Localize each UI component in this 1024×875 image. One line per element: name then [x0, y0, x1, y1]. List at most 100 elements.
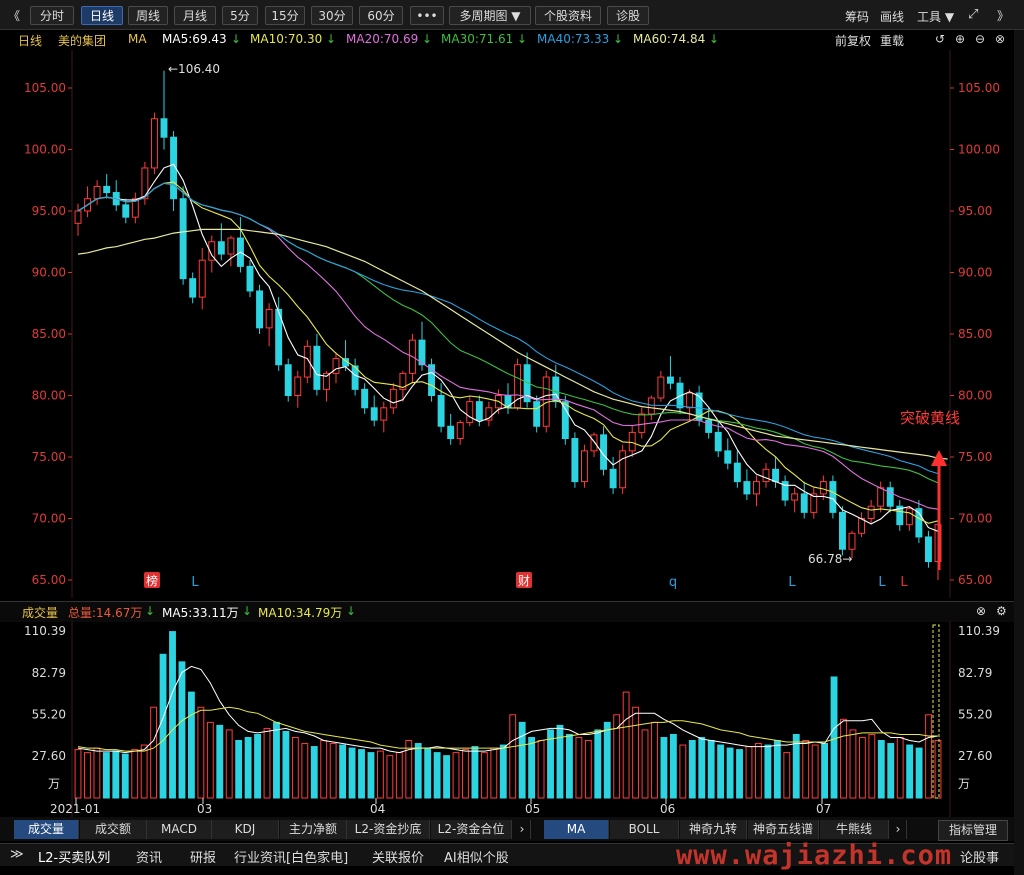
bottom-tab[interactable]: 行业资讯[白色家电] [234, 847, 348, 866]
draw-line-button[interactable]: 画线 [880, 8, 904, 25]
period-tab[interactable]: 5分 [222, 6, 258, 25]
overlay-tab[interactable]: 牛熊线 [820, 820, 889, 839]
volume-bar [811, 744, 819, 799]
date-label: 07 [816, 802, 831, 816]
indicator-tab[interactable]: L2-资金抄底 [347, 820, 430, 839]
indicator-tabs-next-icon[interactable]: › [514, 820, 531, 839]
indicator-tab[interactable]: 成交额 [80, 820, 147, 839]
volume-bar [821, 743, 829, 799]
candle-body [762, 468, 770, 483]
period-tab[interactable]: 月线 [174, 6, 216, 25]
overlay-tab[interactable]: BOLL [610, 820, 679, 839]
vol-label-left: 27.60 [32, 749, 66, 763]
candle-body [189, 278, 197, 298]
volume-bar [669, 733, 677, 799]
kline-chart[interactable]: 105.00 105.00 100.00 100.00 95.00 95.00 90.00 9… [0, 50, 1014, 598]
volume-total-down-icon: ↓ [145, 604, 156, 618]
ma-info-bar: 日线 美的集团 MA MA5:69.43 ↓ MA10:70.30 ↓ MA20… [0, 30, 1010, 50]
collapse-icon[interactable]: ≫ [10, 847, 24, 862]
candle-body [103, 185, 111, 194]
period-tab[interactable]: 60分 [359, 6, 403, 25]
candle-body [647, 397, 655, 415]
candle-body [141, 167, 149, 200]
volume-close-icon[interactable]: ⊗ [976, 604, 986, 618]
period-toolbar: 《 分时 日线 周线 月线 5分 15分 30分 60分 ••• 多周期图 ▼ 个股资料 诊股 筹码 … [0, 0, 1024, 30]
indicator-tab[interactable]: L2-资金合位 [431, 820, 512, 839]
candle-body [217, 241, 225, 255]
indicator-manage-button[interactable]: 指标管理 [938, 820, 1008, 841]
volume-bar [726, 747, 734, 799]
volume-bar [717, 744, 725, 799]
bottom-tab[interactable]: L2-买卖队列 [38, 847, 110, 866]
volume-bar [773, 740, 781, 799]
period-tab[interactable]: 多周期图 ▼ [449, 6, 531, 25]
indicator-tab[interactable]: MACD [147, 820, 212, 839]
indicator-tab[interactable]: KDJ [212, 820, 279, 839]
zoom-out-icon[interactable]: ⊖ [975, 32, 985, 46]
volume-bar [140, 744, 148, 799]
chips-button[interactable]: 筹码 [845, 8, 869, 25]
candle-body [150, 118, 158, 169]
ma40-down-icon: ↓ [613, 32, 624, 46]
period-tab[interactable]: 30分 [311, 6, 353, 25]
ma-label[interactable]: MA [128, 32, 147, 46]
forward-icon[interactable]: 》 [997, 7, 1009, 24]
volume-bar [358, 749, 365, 799]
volume-bar [178, 661, 186, 799]
bottom-tab[interactable]: 关联报价 [372, 847, 424, 866]
zoom-in-icon[interactable]: ⊕ [955, 32, 965, 46]
overlay-tab[interactable]: MA [544, 820, 609, 839]
candle-body [380, 407, 388, 421]
date-label: 06 [660, 802, 675, 816]
period-tab[interactable]: 15分 [265, 6, 305, 25]
overlay-tab[interactable]: 神奇九转 [680, 820, 747, 839]
volume-bar [707, 740, 715, 799]
period-tab[interactable]: ••• [410, 6, 444, 25]
ma20-down-icon: ↓ [422, 32, 433, 46]
volume-bar [877, 740, 885, 799]
volume-bar [745, 746, 753, 799]
candle-body [924, 536, 932, 563]
period-tab[interactable]: 诊股 [607, 6, 649, 25]
bottom-right-tab[interactable]: 论股事 [960, 847, 999, 866]
volume-bar [187, 691, 195, 799]
bottom-tab[interactable]: AI相似个股 [444, 847, 509, 866]
volume-settings-icon[interactable]: ⚙ [996, 604, 1007, 618]
volume-bar [367, 752, 375, 799]
undo-icon[interactable]: ↺ [935, 32, 945, 46]
vol-label-left: 55.20 [32, 707, 66, 721]
indicator-tab[interactable]: 成交量 [14, 820, 79, 839]
period-tab[interactable]: 周线 [128, 6, 168, 25]
period-tab[interactable]: 个股资料 [535, 6, 601, 25]
indicator-tab[interactable]: 主力净额 [280, 820, 347, 839]
breakout-arrowhead [931, 450, 947, 466]
indicator-tabs2-next-icon[interactable]: › [890, 820, 907, 839]
period-tab[interactable]: 分时 [30, 6, 74, 25]
volume-bar [632, 706, 640, 799]
candle-body [227, 237, 235, 255]
overlay-tab[interactable]: 神奇五线谱 [748, 820, 819, 839]
period-tab[interactable]: 日线 [81, 6, 123, 25]
close-icon[interactable]: ⊗ [995, 32, 1005, 46]
volume-bar [74, 749, 82, 799]
event-marker-label: 榜 [146, 573, 158, 588]
price-label-left: 90.00 [32, 266, 66, 280]
fullscreen-icon[interactable]: ⤢ [968, 7, 978, 22]
reload-button[interactable]: 重载 [880, 32, 904, 49]
volume-bar [764, 744, 772, 799]
bottom-tab[interactable]: 研报 [190, 847, 216, 866]
adjust-button[interactable]: 前复权 [835, 32, 871, 49]
bottom-tab[interactable]: 资讯 [136, 847, 162, 866]
tools-menu[interactable]: 工具 ▼ [917, 8, 954, 25]
candle-body [533, 401, 541, 427]
watermark: www.wajiazhi.com [676, 840, 953, 871]
candle-body [198, 259, 206, 298]
volume-bar [424, 747, 432, 799]
ma40-line [77, 182, 939, 475]
price-label-left: 100.00 [24, 143, 66, 157]
event-marker-label: L [788, 575, 796, 590]
price-label-left: 85.00 [32, 327, 66, 341]
back-icon[interactable]: 《 [8, 7, 20, 24]
volume-chart[interactable]: 110.39 110.39 82.79 82.79 55.20 55.20 27.60 27.… [0, 621, 1014, 817]
volume-title: 成交量 [22, 606, 59, 620]
